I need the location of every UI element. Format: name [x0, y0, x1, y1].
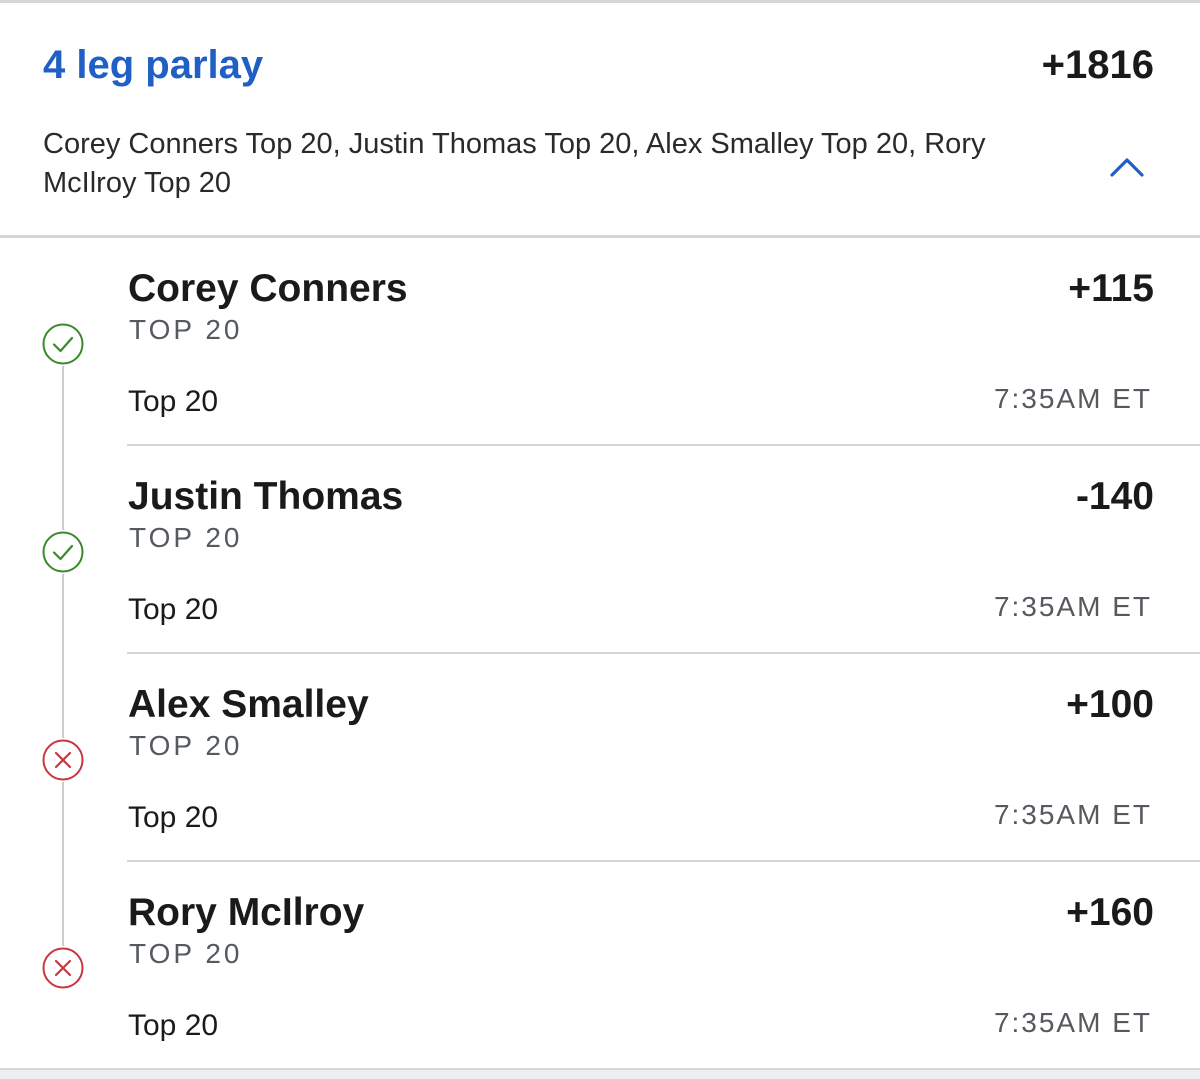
leg-selection: Top 20 [128, 593, 219, 626]
parlay-header[interactable]: 4 leg parlay +1816 Corey Conners Top 20,… [0, 3, 1200, 235]
leg-odds: +100 [1066, 683, 1154, 726]
leg-selection: Top 20 [128, 1009, 219, 1042]
parlay-title[interactable]: 4 leg parlay [43, 41, 263, 89]
leg-row[interactable]: Justin Thomas -140 TOP 20 Top 20 7:35AM … [0, 446, 1200, 654]
check-circle-icon [42, 323, 84, 365]
leg-player-name: Corey Conners [128, 267, 408, 310]
leg-odds: -140 [1075, 475, 1154, 518]
leg-start-time: 7:35AM ET [993, 1007, 1152, 1038]
x-circle-icon [42, 739, 84, 781]
parlay-odds: +1816 [1041, 43, 1154, 87]
parlay-summary: Corey Conners Top 20, Justin Thomas Top … [43, 128, 986, 199]
chevron-up-icon [1110, 158, 1144, 177]
leg-selection: Top 20 [128, 801, 219, 834]
leg-start-time: 7:35AM ET [993, 591, 1152, 622]
leg-market: TOP 20 [129, 522, 243, 553]
leg-start-time: 7:35AM ET [993, 383, 1152, 414]
collapse-button[interactable] [1104, 149, 1150, 185]
status-won-badge [41, 530, 85, 574]
parlay-bet-card: 4 leg parlay +1816 Corey Conners Top 20,… [0, 0, 1200, 1079]
leg-market: TOP 20 [129, 730, 243, 761]
leg-player-name: Alex Smalley [128, 683, 369, 726]
status-lost-badge [41, 738, 85, 782]
leg-odds: +160 [1066, 891, 1154, 934]
leg-row[interactable]: Corey Conners +115 TOP 20 Top 20 7:35AM … [0, 238, 1200, 446]
leg-player-name: Justin Thomas [128, 475, 404, 518]
leg-start-time: 7:35AM ET [993, 799, 1152, 830]
leg-row[interactable]: Rory McIlroy +160 TOP 20 Top 20 7:35AM E… [0, 862, 1200, 1070]
leg-market: TOP 20 [129, 314, 243, 345]
status-won-badge [41, 322, 85, 366]
leg-row[interactable]: Alex Smalley +100 TOP 20 Top 20 7:35AM E… [0, 654, 1200, 862]
bottom-divider [0, 1068, 1200, 1079]
x-circle-icon [42, 947, 84, 989]
check-circle-icon [42, 531, 84, 573]
leg-odds: +115 [1068, 267, 1154, 310]
status-lost-badge [41, 946, 85, 990]
leg-selection: Top 20 [128, 385, 219, 418]
leg-player-name: Rory McIlroy [128, 891, 365, 934]
leg-market: TOP 20 [129, 938, 243, 969]
